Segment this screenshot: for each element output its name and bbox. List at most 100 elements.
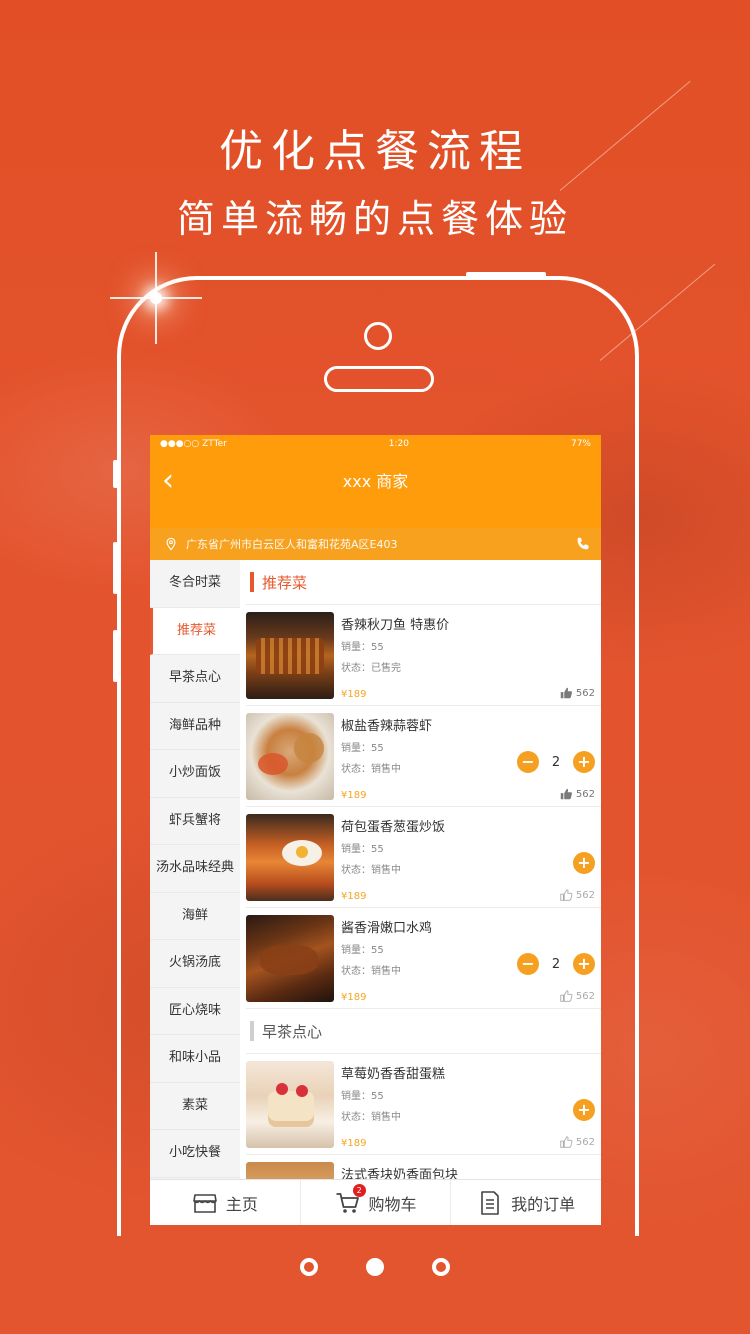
thumbs-up-icon	[560, 1136, 573, 1148]
plus-icon[interactable]: +	[573, 1099, 595, 1121]
minus-icon[interactable]: −	[517, 751, 539, 773]
tab-home[interactable]: 主页	[150, 1180, 301, 1225]
dish-info: 荷包蛋香葱蛋炒饭 销量：55 状态：销售中 ¥189 + 562	[341, 814, 601, 902]
dish-name: 荷包蛋香葱蛋炒饭	[341, 820, 446, 835]
dish-item[interactable]: 椒盐香辣蒜蓉虾 销量：55 状态：销售中 ¥189 − 2 + 562	[246, 706, 601, 807]
category-item[interactable]: 冬合时菜	[150, 560, 240, 608]
phone-volume-down	[113, 630, 118, 682]
dish-name: 酱香滑嫩口水鸡	[341, 921, 433, 936]
quantity-value: 2	[551, 754, 561, 770]
tab-orders-label: 我的订单	[511, 1194, 576, 1214]
dish-status: 状态：销售中	[341, 865, 401, 876]
like-count-value: 562	[575, 687, 595, 699]
category-item[interactable]: 小吃快餐	[150, 1130, 240, 1178]
promo-headline: 优化点餐流程	[219, 126, 531, 177]
quantity-value: 2	[551, 956, 561, 972]
thumbs-up-icon	[560, 687, 572, 699]
phone-volume-up	[113, 542, 118, 594]
section-header: 早茶点心	[246, 1009, 601, 1054]
dish-name: 椒盐香辣蒜蓉虾	[341, 719, 433, 734]
like-count-value: 562	[575, 889, 595, 901]
tab-home-label: 主页	[225, 1194, 258, 1214]
like-count-value: 562	[575, 1136, 595, 1148]
category-item-active[interactable]: 推荐菜	[150, 607, 240, 655]
category-item[interactable]: 海鲜	[150, 893, 240, 940]
like-count[interactable]: 562	[559, 888, 595, 902]
dish-info: 香辣秋刀鱼 特惠价 销量：55 状态：已售完 ¥189 562	[341, 612, 601, 700]
section-marker	[250, 1021, 254, 1041]
dish-name: 法式香块奶香面包块	[341, 1168, 459, 1180]
dish-info: 法式香块奶香面包块	[341, 1162, 601, 1180]
address-bar: 广东省广州市白云区人和富和花苑A区E403	[150, 528, 601, 560]
plus-icon[interactable]: +	[573, 852, 595, 874]
menu-body: 冬合时菜 推荐菜 早茶点心 海鲜品种 小炒面饭 虾兵蟹将 汤水品味经典 海鲜 火…	[150, 560, 601, 1180]
dish-list: 推荐菜 香辣秋刀鱼 特惠价 销量：55 状态：已售完 ¥189 562 椒盐香辣…	[240, 560, 601, 1180]
dish-price: ¥189	[341, 1138, 367, 1149]
category-item[interactable]: 火锅汤底	[150, 940, 240, 988]
phone-speaker	[324, 366, 434, 392]
page-title: xxx 商家	[342, 472, 409, 491]
tab-cart[interactable]: 2 购物车	[301, 1180, 452, 1225]
like-count-value: 562	[575, 788, 595, 800]
quantity-stepper: +	[573, 1099, 595, 1121]
status-bar: ●●●○○ ZTTer 1:20 77%	[150, 435, 601, 452]
dish-item[interactable]: 荷包蛋香葱蛋炒饭 销量：55 状态：销售中 ¥189 + 562	[246, 807, 601, 908]
bottom-tab-bar: 主页 2 购物车 我的订单	[150, 1179, 601, 1225]
cart-badge: 2	[352, 1184, 366, 1197]
dish-price: ¥189	[341, 891, 367, 902]
tab-orders[interactable]: 我的订单	[451, 1180, 601, 1225]
dish-item[interactable]: 香辣秋刀鱼 特惠价 销量：55 状态：已售完 ¥189 562	[246, 605, 601, 706]
dish-sales: 销量：55	[341, 1091, 384, 1102]
clock: 1:20	[388, 438, 410, 449]
category-item[interactable]: 虾兵蟹将	[150, 798, 240, 845]
dish-item[interactable]: 法式香块奶香面包块	[246, 1155, 601, 1180]
dish-item[interactable]: 酱香滑嫩口水鸡 销量：55 状态：销售中 ¥189 − 2 + 562	[246, 908, 601, 1009]
dish-status: 状态：已售完	[341, 663, 401, 674]
page-indicator	[0, 1258, 750, 1276]
dish-status: 状态：销售中	[341, 1112, 401, 1123]
app-screen: ●●●○○ ZTTer 1:20 77% ‹ xxx 商家 广东省广州市白云区人…	[150, 435, 601, 1225]
category-item[interactable]: 素菜	[150, 1083, 240, 1130]
category-item[interactable]: 汤水品味经典	[150, 845, 240, 893]
dish-photo	[246, 713, 334, 800]
dish-item[interactable]: 草莓奶香香甜蛋糕 销量：55 状态：销售中 ¥189 + 562	[246, 1054, 601, 1155]
minus-icon[interactable]: −	[517, 953, 539, 975]
category-item[interactable]: 匠心烧味	[150, 988, 240, 1035]
dish-info: 椒盐香辣蒜蓉虾 销量：55 状态：销售中 ¥189 − 2 + 562	[341, 713, 601, 801]
plus-icon[interactable]: +	[573, 751, 595, 773]
page-dot[interactable]	[300, 1258, 318, 1276]
carrier-label: ●●●○○ ZTTer	[160, 438, 227, 449]
dish-photo	[246, 1162, 334, 1180]
thumbs-up-icon	[560, 889, 573, 901]
plus-icon[interactable]: +	[573, 953, 595, 975]
like-count[interactable]: 562	[559, 686, 595, 700]
dish-name: 草莓奶香香甜蛋糕	[341, 1067, 446, 1082]
dish-price: ¥189	[341, 992, 367, 1003]
order-list-icon	[481, 1190, 499, 1215]
like-count[interactable]: 562	[559, 787, 595, 801]
dish-photo	[246, 915, 334, 1002]
like-count[interactable]: 562	[559, 989, 595, 1003]
dish-photo	[246, 1061, 334, 1148]
category-item[interactable]: 海鲜品种	[150, 703, 240, 750]
category-item[interactable]: 小炒面饭	[150, 750, 240, 798]
like-count-value: 562	[575, 990, 595, 1002]
tab-cart-label: 购物车	[368, 1194, 417, 1214]
category-sidebar: 冬合时菜 推荐菜 早茶点心 海鲜品种 小炒面饭 虾兵蟹将 汤水品味经典 海鲜 火…	[150, 560, 240, 1180]
category-item[interactable]: 和味小品	[150, 1035, 240, 1083]
section-header: 推荐菜	[246, 560, 601, 605]
promo-subheadline: 简单流畅的点餐体验	[176, 197, 573, 241]
page-dot-active[interactable]	[366, 1258, 384, 1276]
dish-price: ¥189	[341, 689, 367, 700]
nav-bar: ‹ xxx 商家	[150, 452, 601, 528]
dish-info: 酱香滑嫩口水鸡 销量：55 状态：销售中 ¥189 − 2 + 562	[341, 915, 601, 1003]
like-count[interactable]: 562	[559, 1135, 595, 1149]
category-item[interactable]: 早茶点心	[150, 655, 240, 703]
dish-sales: 销量：55	[341, 844, 384, 855]
dish-photo	[246, 612, 334, 699]
phone-call-icon[interactable]	[575, 536, 591, 552]
section-marker	[250, 572, 254, 592]
page-dot[interactable]	[432, 1258, 450, 1276]
phone-camera	[364, 322, 392, 350]
quantity-stepper: − 2 +	[517, 751, 595, 773]
